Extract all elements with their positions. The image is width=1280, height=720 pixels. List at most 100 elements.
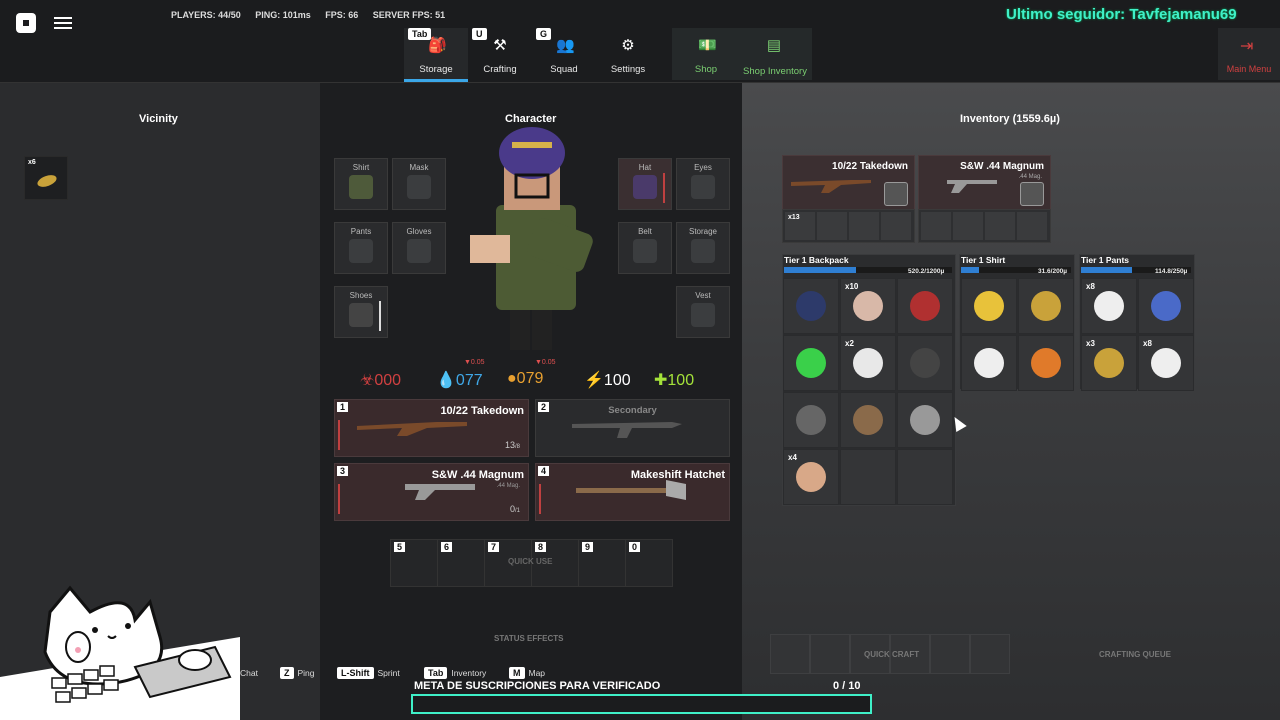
- quick-use-slot-5[interactable]: 5: [390, 539, 438, 587]
- tape-icon: [1094, 291, 1124, 321]
- quick-use-slot-9[interactable]: 9: [578, 539, 626, 587]
- item-count: x13: [788, 214, 800, 221]
- slot-key: 7: [488, 542, 500, 552]
- slot-label: Vest: [695, 291, 711, 300]
- inventory-weapon-1[interactable]: 10/22 Takedown: [782, 155, 915, 213]
- tab-storage[interactable]: Tab 🎒 Storage: [404, 28, 468, 82]
- shirt-slot[interactable]: [1018, 335, 1074, 391]
- quick-use-label: QUICK USE: [508, 557, 553, 566]
- tab-crafting[interactable]: U ⚒ Crafting: [468, 28, 532, 80]
- hamburger-menu-icon[interactable]: [54, 14, 72, 30]
- shirt-slot[interactable]: [961, 278, 1017, 334]
- weapon-slot-2[interactable]: 2 Secondary: [535, 399, 730, 457]
- backpack-slot[interactable]: [783, 278, 839, 334]
- tab-squad[interactable]: G 👥 Squad: [532, 28, 596, 80]
- attachment-slot[interactable]: [849, 212, 879, 240]
- slot-number: 4: [538, 466, 550, 476]
- attachment-slot[interactable]: [953, 212, 983, 240]
- slot-shirt[interactable]: Shirt: [334, 158, 388, 210]
- backpack-slot[interactable]: [897, 278, 953, 334]
- backpack-slot[interactable]: x2: [840, 335, 896, 391]
- tape-icon: [974, 348, 1004, 378]
- backpack-slot[interactable]: [897, 449, 953, 505]
- food-rate: ▼0.05: [535, 359, 556, 366]
- slot-shoes[interactable]: Shoes: [334, 286, 388, 338]
- tab-shop[interactable]: 💵 Shop: [674, 28, 738, 80]
- gear-icon: ⚙: [621, 37, 635, 54]
- slot-vest[interactable]: Vest: [676, 286, 730, 338]
- radiation-value: 000: [374, 372, 402, 389]
- shirt-slot[interactable]: [1018, 278, 1074, 334]
- tab-settings[interactable]: ⚙ Settings: [596, 28, 660, 80]
- health-vital: ✚100: [654, 372, 695, 389]
- slot-pants[interactable]: Pants: [334, 222, 388, 274]
- backpack-slot[interactable]: x4: [783, 449, 839, 505]
- pants-slot[interactable]: x3: [1081, 335, 1137, 391]
- slot-gloves[interactable]: Gloves: [392, 222, 446, 274]
- backpack-capacity: 520.2/1200µ: [908, 268, 945, 275]
- vicinity-item[interactable]: x6: [24, 156, 68, 200]
- slot-belt[interactable]: Belt: [618, 222, 672, 274]
- hint-map: M Map: [509, 667, 546, 679]
- pants-slot[interactable]: x8: [1138, 335, 1194, 391]
- slot-mask[interactable]: Mask: [392, 158, 446, 210]
- attachment-slot[interactable]: x13: [785, 212, 815, 240]
- money-icon: 💵: [698, 37, 717, 54]
- pants-slot[interactable]: x8: [1081, 278, 1137, 334]
- slot-storage[interactable]: Storage: [676, 222, 730, 274]
- attachment-slot[interactable]: [817, 212, 847, 240]
- backpack-slot[interactable]: [783, 335, 839, 391]
- backpack-slot[interactable]: x10: [840, 278, 896, 334]
- hint-label: Ping: [297, 668, 315, 678]
- item-count: x3: [1086, 339, 1095, 348]
- backpack-slot[interactable]: [840, 449, 896, 505]
- weapon-slot-3[interactable]: 3 S&W .44 Magnum .44 Mag. 0/1: [334, 463, 529, 521]
- roblox-icon[interactable]: [16, 13, 36, 33]
- food-value: 079: [516, 370, 544, 387]
- durability-bar: [379, 301, 381, 331]
- quick-use-slot-0[interactable]: 0: [625, 539, 673, 587]
- quick-use-slot-6[interactable]: 6: [437, 539, 485, 587]
- tab-label: Storage: [419, 64, 453, 75]
- hint-key: Tab: [424, 667, 448, 679]
- helmet-icon: [796, 291, 826, 321]
- attachment-slot[interactable]: [881, 212, 911, 240]
- inventory-title: Inventory (1559.6µ): [960, 113, 1060, 125]
- hint-label: Map: [528, 668, 546, 678]
- quick-craft-slot[interactable]: [810, 634, 850, 674]
- durability-bar: [338, 420, 340, 450]
- vicinity-title: Vicinity: [139, 113, 178, 125]
- main-menu-button[interactable]: ⇥ Main Menu: [1218, 28, 1280, 80]
- revolver-icon: [405, 484, 475, 500]
- ammo-count: 13/8: [505, 440, 520, 450]
- revolver-icon: [947, 180, 997, 193]
- attachment-slot[interactable]: [985, 212, 1015, 240]
- slot-eyes[interactable]: Eyes: [676, 158, 730, 210]
- gloves-icon: [407, 239, 431, 263]
- banana-icon: [974, 291, 1004, 321]
- shirt-slot[interactable]: [961, 335, 1017, 391]
- weapon-slot-4[interactable]: 4 Makeshift Hatchet: [535, 463, 730, 521]
- backpack-slot[interactable]: [840, 392, 896, 448]
- knife-icon: [910, 405, 940, 435]
- quick-craft-slot[interactable]: [930, 634, 970, 674]
- quick-craft-slot[interactable]: [770, 634, 810, 674]
- bullet-icon: [1094, 348, 1124, 378]
- inventory-weapon-2[interactable]: S&W .44 Magnum .44 Mag.: [918, 155, 1051, 213]
- quick-craft-slot[interactable]: [970, 634, 1010, 674]
- health-value: 100: [667, 372, 695, 389]
- attachment-slot[interactable]: [921, 212, 951, 240]
- weapon-slot-1[interactable]: 1 10/22 Takedown 13/8: [334, 399, 529, 457]
- backpack-slot[interactable]: [897, 392, 953, 448]
- ammo-max: /8: [514, 444, 520, 450]
- hint-sprint: L-Shift Sprint: [337, 667, 400, 679]
- pants-slot[interactable]: [1138, 278, 1194, 334]
- slot-hat[interactable]: Hat: [618, 158, 672, 210]
- weapon-caliber: .44 Mag.: [1018, 174, 1042, 180]
- attachment-slot[interactable]: [1017, 212, 1047, 240]
- hint-label: Inventory: [451, 668, 487, 678]
- backpack-slot[interactable]: [783, 392, 839, 448]
- tab-shop-inventory[interactable]: ▤ Shop Inventory: [740, 28, 810, 80]
- backpack-slot[interactable]: [897, 335, 953, 391]
- status-effects-label: STATUS EFFECTS: [494, 634, 564, 643]
